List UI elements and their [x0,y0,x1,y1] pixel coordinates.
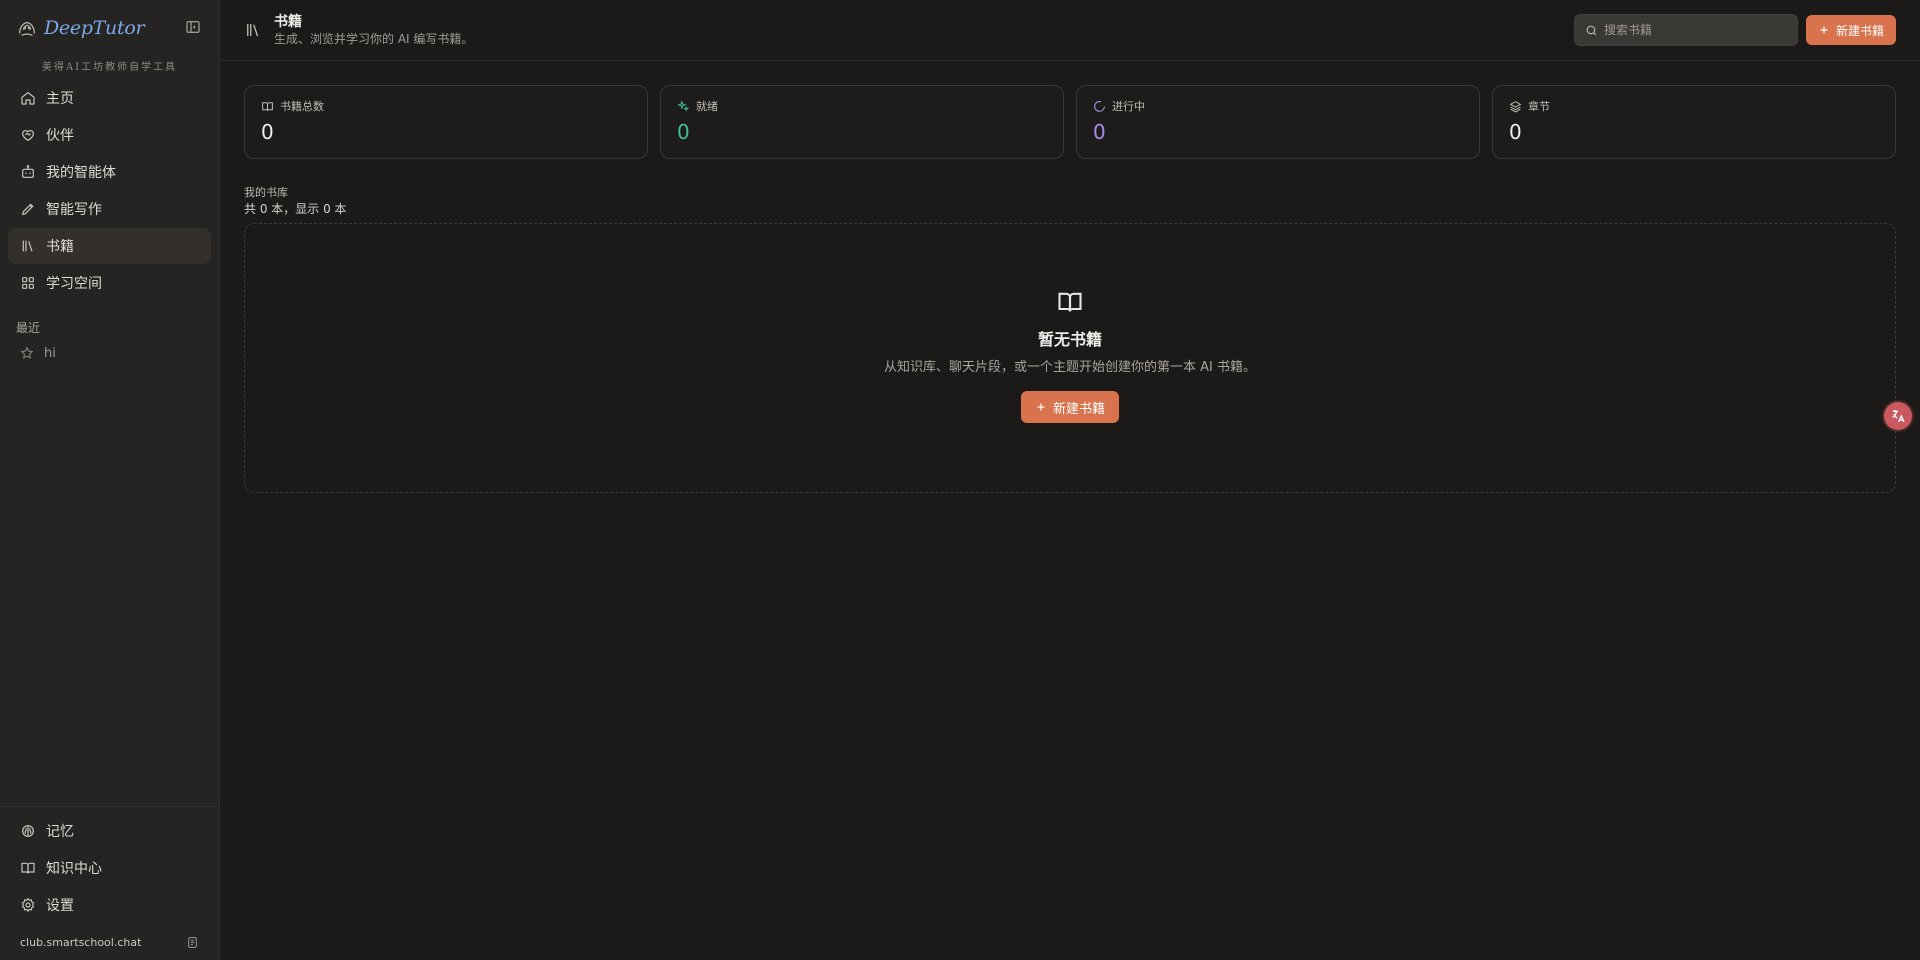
stat-label: 书籍总数 [261,98,631,114]
stat-label-text: 就绪 [696,100,718,113]
nav-item-memory[interactable]: 记忆 [8,813,211,849]
search-input[interactable] [1603,23,1784,37]
library-header: 我的书库 共 0 本，显示 0 本 [244,185,1896,217]
stat-label: 就绪 [677,98,1047,114]
empty-state-description: 从知识库、聊天片段，或一个主题开始创建你的第一本 AI 书籍。 [884,360,1256,375]
translate-button[interactable] [1884,402,1912,430]
sidebar-footer: club.smartschool.chat [8,924,211,960]
nav-item-label: 记忆 [46,824,74,840]
stat-label-text: 进行中 [1112,100,1145,113]
create-book-button[interactable]: 新建书籍 [1020,391,1119,423]
library-count: 共 0 本，显示 0 本 [244,202,347,216]
nav-item-label: 伙伴 [46,128,74,144]
create-book-button-label: 新建书籍 [1052,401,1105,417]
translate-icon [1892,410,1905,423]
stat-value: 0 [1509,120,1522,144]
stat-card-in-progress: 进行中 0 [1076,85,1480,159]
layers-icon [1509,100,1522,112]
recent-item[interactable]: hi [0,338,219,368]
pen-icon [21,203,34,216]
stats-row: 书籍总数 0 就绪 0 进行中 0 章节 0 [244,85,1896,159]
nav-item-label: 知识中心 [46,861,102,877]
sidebar-collapse-icon[interactable] [185,19,201,35]
topbar: 书籍 生成、浏览并学习你的 AI 编写书籍。 新建书籍 [220,0,1920,61]
new-book-button[interactable]: 新建书籍 [1805,15,1896,45]
book-open-icon [21,862,35,874]
title-block: 书籍 生成、浏览并学习你的 AI 编写书籍。 [274,13,473,47]
nav-item-label: 书籍 [46,239,74,255]
recent-item-label: hi [44,345,56,361]
brand-tagline: 美得AI工坊教师自学工具 [41,62,178,73]
new-book-button-label: 新建书籍 [1835,23,1884,38]
brand-name[interactable]: DeepTutor [44,17,145,39]
stat-label-text: 章节 [1528,100,1550,113]
library-icon [22,240,33,252]
nav-item-label: 学习空间 [46,276,102,292]
stat-value: 0 [261,120,274,144]
page-subtitle: 生成、浏览并学习你的 AI 编写书籍。 [274,32,474,46]
page-title: 书籍 [274,14,302,30]
loader-icon [1094,100,1105,112]
stat-card-ready: 就绪 0 [660,85,1064,159]
search-icon [1586,25,1597,35]
main-nav: 主页 伙伴 我的智能体 智能写作 书籍 学习空间 [0,80,219,302]
nav-item-settings[interactable]: 设置 [8,887,211,923]
nav-item-label: 设置 [46,898,74,914]
content: 书籍总数 0 就绪 0 进行中 0 章节 0 我的书库 共 0 本，显示 0 本… [220,61,1920,493]
book-open-icon [1058,292,1082,312]
nav-item-label: 我的智能体 [46,165,116,181]
empty-state-title: 暂无书籍 [1037,330,1102,349]
nav-item-my-agents[interactable]: 我的智能体 [8,154,211,190]
sidebar: DeepTutor 美得AI工坊教师自学工具 主页 伙伴 我的智能体 智能写作 … [0,0,220,960]
stat-card-total: 书籍总数 0 [244,85,648,159]
plus-icon [1820,26,1828,34]
stat-label-text: 书籍总数 [280,100,324,113]
settings-icon [21,897,35,912]
sidebar-bottom: 记忆 知识中心 设置 club.smartschool.chat [0,806,219,960]
topbar-actions: 新建书籍 [1573,14,1896,46]
empty-state: 暂无书籍 从知识库、聊天片段，或一个主题开始创建你的第一本 AI 书籍。 新建书… [244,223,1896,493]
stat-value: 0 [677,120,690,144]
footer-domain[interactable]: club.smartschool.chat [20,936,141,949]
recent-section-label: 最近 [16,320,41,335]
brand: DeepTutor [0,0,219,56]
library-icon [247,24,259,37]
star-icon [20,346,34,359]
home-icon [21,91,35,105]
brain-icon [22,825,34,837]
library-title: 我的书库 [244,186,288,199]
nav-item-home[interactable]: 主页 [8,80,211,116]
stat-label: 章节 [1509,98,1879,114]
nav-item-learning-space[interactable]: 学习空间 [8,265,211,301]
sparkles-icon [677,99,690,112]
nav-item-label: 智能写作 [46,202,102,218]
deeptutor-logo-icon [19,21,35,36]
stat-label: 进行中 [1093,98,1463,114]
nav-item-label: 主页 [46,91,74,107]
plus-icon [1037,403,1045,411]
stat-value: 0 [1093,120,1106,144]
app-root: DeepTutor 美得AI工坊教师自学工具 主页 伙伴 我的智能体 智能写作 … [0,0,1920,960]
nav-item-smart-writing[interactable]: 智能写作 [8,191,211,227]
nav-item-knowledge-center[interactable]: 知识中心 [8,850,211,886]
main-area: 书籍 生成、浏览并学习你的 AI 编写书籍。 新建书籍 书 [220,0,1920,960]
book-icon [262,101,273,111]
heart-handshake-icon [22,130,34,142]
nav-item-partner[interactable]: 伙伴 [8,117,211,153]
grid-icon [22,277,34,289]
bot-icon [22,165,34,178]
nav-item-books[interactable]: 书籍 [8,228,211,264]
search-box [1573,14,1798,46]
stat-card-chapters: 章节 0 [1492,85,1896,159]
document-icon[interactable] [186,936,199,949]
